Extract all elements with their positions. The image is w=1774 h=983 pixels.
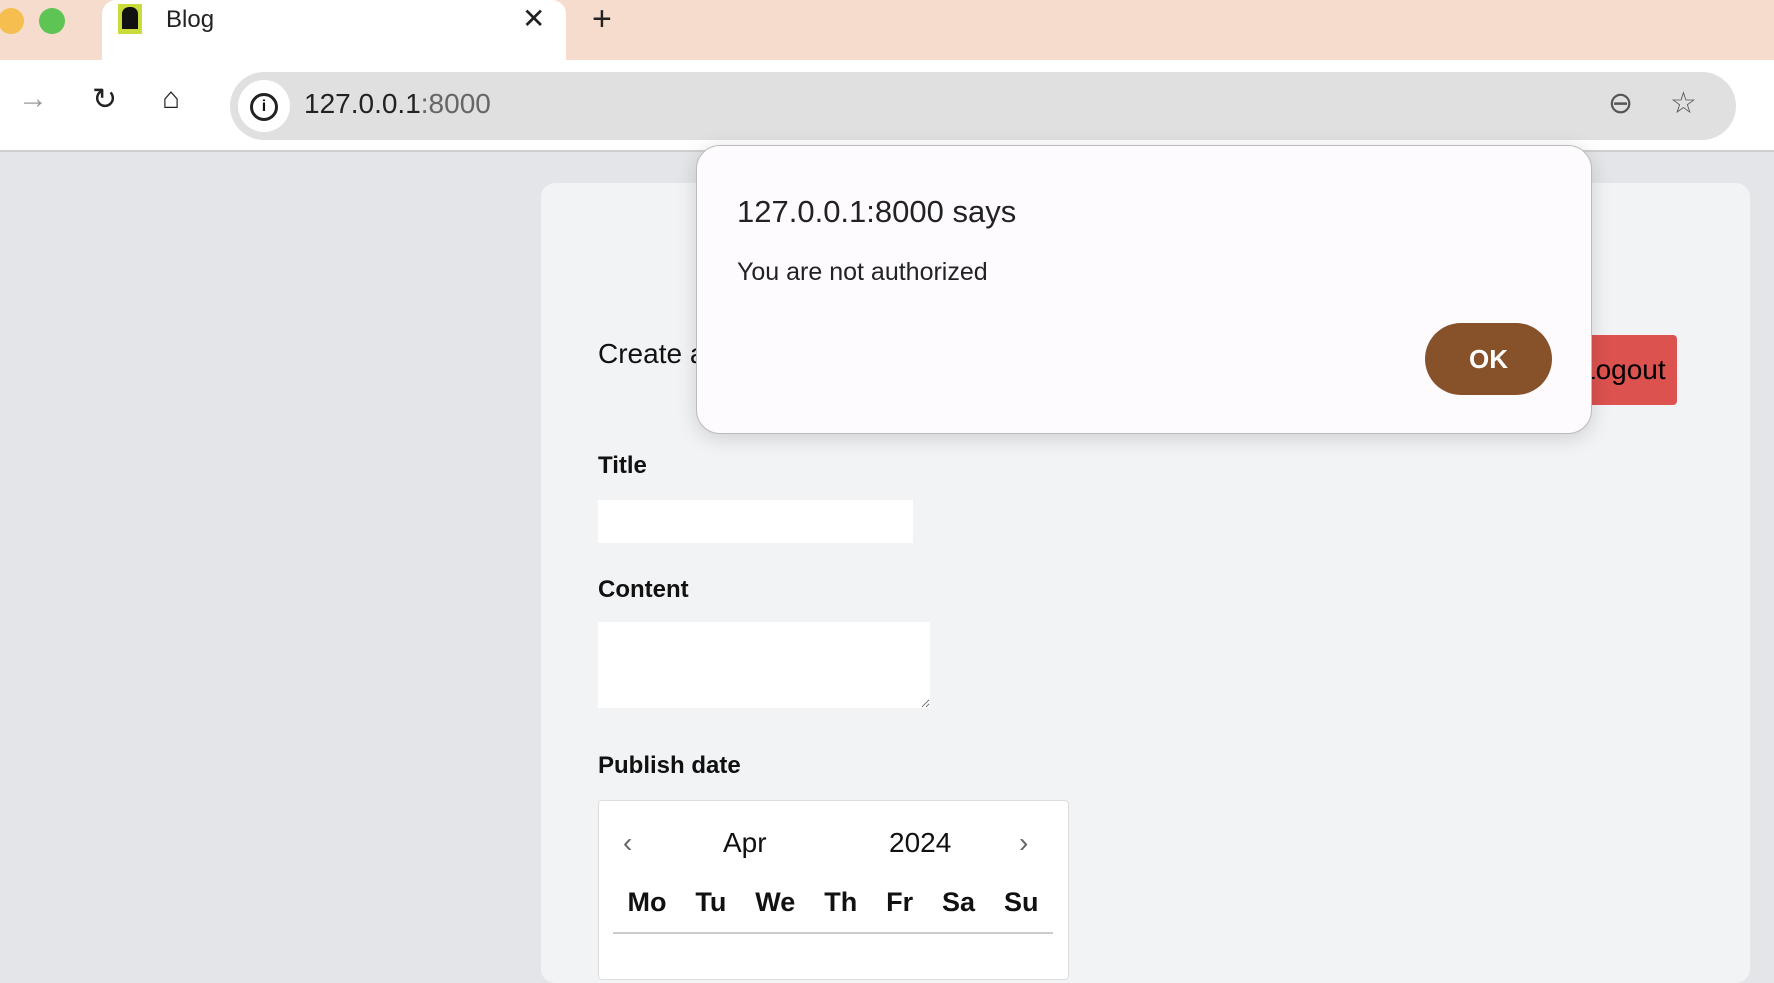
- publish-date-label: Publish date: [598, 752, 741, 779]
- dialog-message: You are not authorized: [737, 258, 988, 286]
- minimize-window-button[interactable]: [0, 8, 24, 34]
- close-tab-icon[interactable]: ✕: [522, 2, 545, 35]
- url-text: 127.0.0.1:8000: [304, 88, 491, 119]
- favicon-icon: [118, 4, 142, 34]
- weekday: Th: [824, 887, 858, 917]
- forward-icon[interactable]: →: [18, 82, 48, 116]
- year-select[interactable]: 2024: [889, 827, 951, 859]
- browser-toolbar: → ↻ ⌂ i 127.0.0.1:8000 ⊖ ☆: [0, 60, 1774, 152]
- date-picker: ‹ Apr 2024 › Mo Tu We Th Fr Sa Su: [598, 800, 1069, 980]
- new-tab-icon[interactable]: +: [592, 0, 612, 39]
- tab-blog[interactable]: Blog ✕: [102, 0, 566, 60]
- tab-title: Blog: [166, 6, 215, 33]
- title-label: Title: [598, 452, 647, 479]
- ok-button[interactable]: OK: [1425, 323, 1552, 395]
- address-bar[interactable]: i 127.0.0.1:8000 ⊖ ☆: [230, 72, 1736, 140]
- bookmark-star-icon[interactable]: ☆: [1670, 86, 1697, 121]
- weekday: Mo: [627, 887, 667, 917]
- site-info-icon[interactable]: i: [238, 80, 290, 132]
- home-icon[interactable]: ⌂: [162, 82, 180, 116]
- title-input[interactable]: [598, 500, 913, 543]
- maximize-window-button[interactable]: [39, 8, 65, 34]
- tab-strip: Blog ✕ +: [0, 0, 1774, 60]
- weekday: Sa: [942, 887, 976, 917]
- weekday: Su: [1004, 887, 1039, 917]
- weekday-header: Mo Tu We Th Fr Sa Su: [613, 887, 1053, 934]
- weekday: Tu: [695, 887, 727, 917]
- zoom-icon[interactable]: ⊖: [1608, 86, 1633, 121]
- next-month-icon[interactable]: ›: [1019, 827, 1028, 859]
- prev-month-icon[interactable]: ‹: [623, 827, 632, 859]
- month-select[interactable]: Apr: [723, 827, 767, 859]
- dialog-title: 127.0.0.1:8000 says: [737, 194, 1017, 229]
- weekday: Fr: [886, 887, 914, 917]
- content-label: Content: [598, 576, 689, 603]
- alert-dialog: 127.0.0.1:8000 says You are not authoriz…: [696, 145, 1592, 434]
- reload-icon[interactable]: ↻: [92, 82, 117, 117]
- weekday: We: [755, 887, 796, 917]
- content-textarea[interactable]: [598, 622, 930, 708]
- page-heading: Create a: [598, 338, 706, 369]
